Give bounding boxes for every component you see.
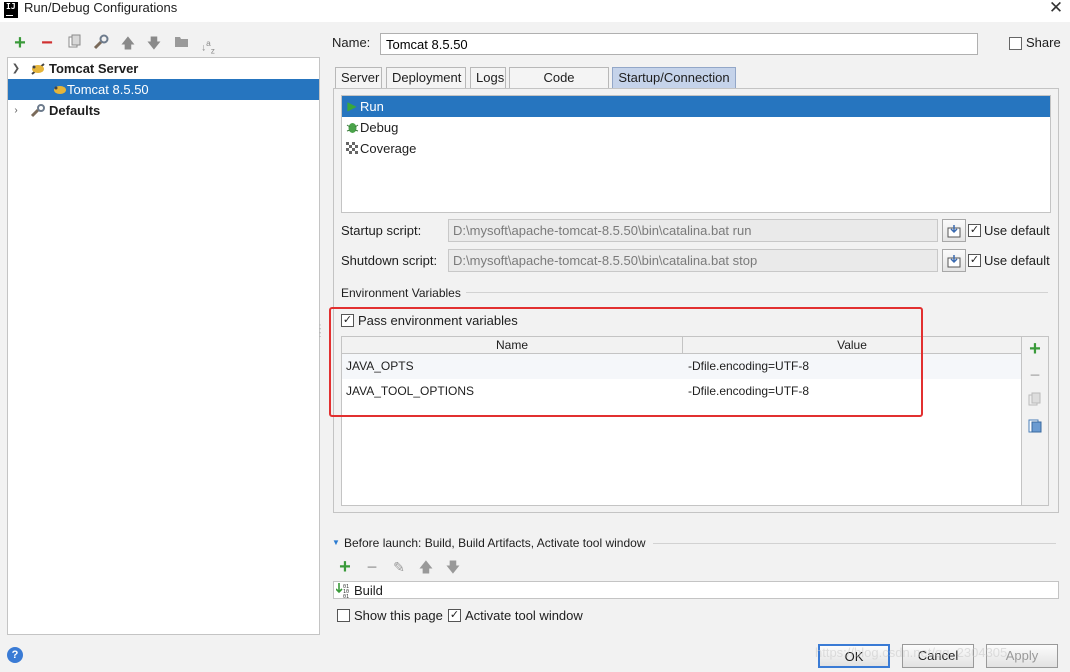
remove-env-button[interactable]: − (1026, 366, 1044, 384)
startup-use-default-checkbox[interactable]: ✓ (968, 224, 981, 237)
mode-label: Debug (360, 120, 399, 135)
chevron-right-icon[interactable]: › (10, 100, 22, 121)
configuration-tree[interactable]: ❯ Tomcat Server Tomcat 8.5.50 › Defaults (7, 57, 320, 635)
copy-icon[interactable] (66, 34, 84, 52)
activate-tool-window-checkbox[interactable]: ✓ (448, 609, 461, 622)
highlight-box (329, 307, 923, 417)
shutdown-script-field[interactable] (448, 249, 938, 272)
move-task-up-icon[interactable]: 🡅 (417, 558, 435, 576)
arrow-down-icon[interactable]: 🡇 (145, 34, 163, 52)
open-file-icon (947, 225, 961, 238)
mode-list[interactable]: ▶ Run Debug Coverage (341, 95, 1051, 213)
paste-env-button[interactable] (1026, 418, 1044, 436)
shutdown-browse-button[interactable] (942, 249, 966, 272)
tree-item-label: Tomcat Server (49, 61, 139, 76)
tree-item-label: Tomcat 8.5.50 (67, 82, 149, 97)
divider (466, 292, 1048, 293)
tree-item-tomcat-server[interactable]: ❯ Tomcat Server (8, 58, 319, 79)
tab-code-coverage[interactable]: Code Coverage (509, 67, 609, 104)
watermark: https://blog.csdn.net/qq_2304305 (815, 645, 1008, 660)
close-icon[interactable]: ✕ (1046, 0, 1066, 16)
mode-coverage[interactable]: Coverage (342, 138, 1050, 159)
wrench-icon (30, 103, 46, 124)
move-task-down-icon[interactable]: 🡇 (444, 558, 462, 576)
shutdown-script-label: Shutdown script: (341, 253, 438, 268)
shutdown-use-default-checkbox[interactable]: ✓ (968, 254, 981, 267)
startup-browse-button[interactable] (942, 219, 966, 242)
tree-item-defaults[interactable]: › Defaults (8, 100, 319, 121)
coverage-icon (345, 138, 359, 162)
build-icon: 01 10 01 (335, 582, 350, 600)
shutdown-use-default-label: Use default (984, 253, 1050, 268)
mode-debug[interactable]: Debug (342, 117, 1050, 138)
divider (653, 543, 1056, 544)
share-checkbox[interactable] (1009, 37, 1022, 50)
startup-script-field[interactable] (448, 219, 938, 242)
chevron-down-icon[interactable]: ❯ (10, 58, 22, 79)
folder-icon[interactable] (172, 34, 190, 52)
wrench-icon[interactable] (92, 34, 110, 52)
list-item[interactable]: Build (354, 582, 383, 599)
startup-script-label: Startup script: (341, 223, 422, 238)
before-launch-title[interactable]: Before launch: Build, Build Artifacts, A… (344, 536, 646, 550)
add-configuration-button[interactable]: + (11, 33, 29, 53)
run-icon: ▶ (347, 99, 357, 113)
mode-label: Coverage (360, 141, 417, 156)
window-title: Run/Debug Configurations (24, 0, 178, 15)
startup-use-default-label: Use default (984, 223, 1050, 238)
add-task-button[interactable]: + (336, 557, 354, 577)
name-label: Name: (332, 35, 371, 50)
tab-startup-connection[interactable]: Startup/Connection (612, 67, 736, 88)
remove-configuration-button[interactable]: − (38, 33, 56, 53)
before-launch-list[interactable]: 01 10 01 Build (333, 581, 1059, 600)
arrow-up-icon[interactable]: 🡅 (119, 34, 137, 52)
mode-label: Run (360, 99, 384, 114)
tab-server[interactable]: Server (335, 67, 382, 88)
svg-text:01: 01 (343, 594, 349, 598)
sort-az-icon[interactable]: ↓az (199, 34, 217, 55)
mode-run[interactable]: ▶ Run (342, 96, 1050, 117)
open-file-icon (947, 255, 961, 268)
add-env-button[interactable]: + (1026, 339, 1044, 359)
help-icon[interactable]: ? (7, 647, 23, 663)
activate-tool-window-label: Activate tool window (465, 608, 583, 623)
share-label: Share (1026, 35, 1061, 50)
edit-task-pencil-icon[interactable]: ✎ (390, 558, 408, 576)
name-field[interactable] (380, 33, 978, 55)
intellij-app-icon: IJ (4, 2, 18, 18)
tab-logs[interactable]: Logs (470, 67, 506, 88)
tab-deployment[interactable]: Deployment (386, 67, 466, 88)
show-this-page-label: Show this page (354, 608, 443, 623)
remove-task-button[interactable]: − (363, 558, 381, 576)
splitter-grip[interactable]: ::: (319, 323, 325, 339)
tree-item-tomcat-8550[interactable]: Tomcat 8.5.50 (8, 79, 319, 100)
copy-env-button[interactable] (1026, 392, 1044, 410)
collapse-triangle-icon[interactable]: ▼ (332, 538, 340, 547)
tree-item-label: Defaults (49, 103, 101, 118)
env-section-title: Environment Variables (341, 286, 461, 300)
show-this-page-checkbox[interactable] (337, 609, 350, 622)
